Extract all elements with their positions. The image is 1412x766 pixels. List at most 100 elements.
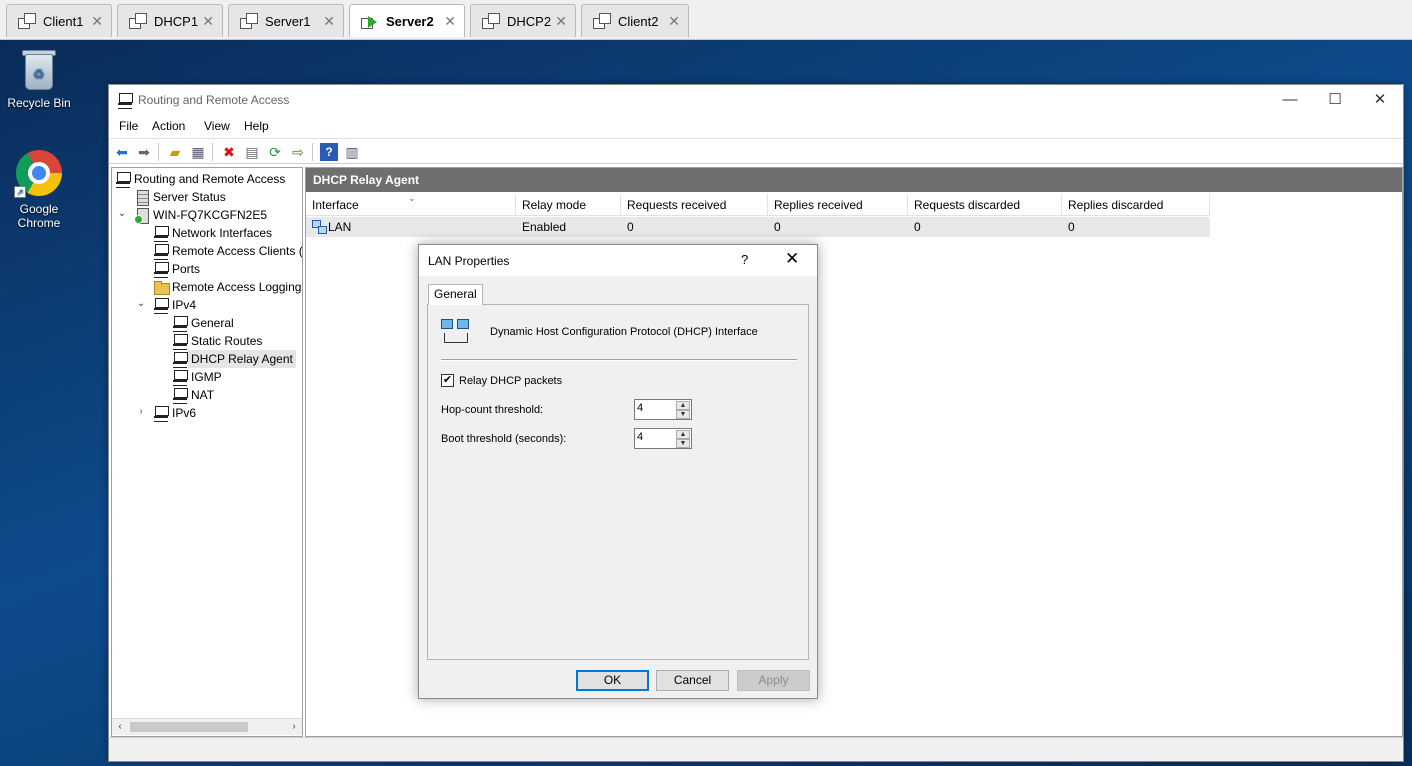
- up-folder-icon[interactable]: ▰: [166, 143, 184, 161]
- tree-dhcp-relay-agent[interactable]: DHCP Relay Agent: [172, 350, 296, 368]
- close-icon[interactable]: ✕: [323, 13, 335, 30]
- menu-action[interactable]: Action: [152, 119, 185, 133]
- action-pane-icon[interactable]: ▥: [343, 143, 361, 161]
- relay-dhcp-checkbox[interactable]: ✔: [441, 374, 454, 387]
- tree-label: NAT: [191, 388, 215, 402]
- tree-remote-access-clients[interactable]: Remote Access Clients (: [153, 242, 302, 260]
- vm-tab-server2[interactable]: Server2 ✕: [349, 4, 465, 37]
- vm-tab-label: Client2: [618, 13, 659, 29]
- recycle-bin-shortcut[interactable]: ♻ Recycle Bin: [1, 48, 77, 110]
- toolbar-separator: [158, 143, 159, 161]
- vm-icon: [592, 12, 612, 30]
- remote-access-clients-icon: [153, 243, 169, 260]
- column-header-requests-received[interactable]: Requests received: [621, 194, 768, 216]
- column-header-interface[interactable]: Interface ⌄: [306, 193, 516, 216]
- desktop-icon-label: Recycle Bin: [7, 96, 71, 110]
- table-row[interactable]: LAN Enabled 0 0 0 0: [306, 217, 1210, 237]
- export-list-icon[interactable]: ⇨: [289, 143, 307, 161]
- vm-icon: [239, 12, 259, 30]
- vm-tab-bar: Client1 ✕ DHCP1 ✕ Server1 ✕ Server2 ✕ DH…: [0, 0, 1412, 40]
- hop-count-value[interactable]: 4: [637, 402, 643, 414]
- tab-general[interactable]: General: [428, 284, 483, 305]
- scroll-right-icon[interactable]: ›: [286, 719, 302, 735]
- help-button[interactable]: ?: [741, 252, 748, 267]
- ok-button[interactable]: OK: [576, 670, 649, 691]
- tree-ipv4[interactable]: IPv4: [153, 296, 196, 314]
- tree-label: WIN-FQ7KCGFN2E5: [153, 208, 268, 222]
- help-icon[interactable]: ?: [320, 143, 338, 161]
- dialog-close-button[interactable]: ✕: [785, 249, 799, 269]
- back-arrow-icon[interactable]: ⬅: [113, 143, 131, 161]
- vm-tab-client1[interactable]: Client1 ✕: [6, 4, 112, 37]
- close-icon[interactable]: ✕: [91, 13, 103, 30]
- tree-server[interactable]: WIN-FQ7KCGFN2E5: [134, 206, 267, 224]
- tree-ipv6[interactable]: IPv6: [153, 404, 196, 422]
- vm-tab-client2[interactable]: Client2 ✕: [581, 4, 689, 37]
- status-bar: [109, 737, 1403, 761]
- close-icon[interactable]: ✕: [202, 13, 214, 30]
- window-titlebar[interactable]: Routing and Remote Access — ☐ ✕: [109, 85, 1403, 115]
- scroll-thumb[interactable]: [130, 722, 248, 732]
- spin-down-icon[interactable]: ▼: [676, 439, 690, 448]
- menu-file[interactable]: File: [119, 119, 138, 133]
- folder-icon: [153, 279, 170, 295]
- vm-tab-dhcp1[interactable]: DHCP1 ✕: [117, 4, 223, 37]
- vm-tab-dhcp2[interactable]: DHCP2 ✕: [470, 4, 576, 37]
- boot-threshold-stepper[interactable]: 4 ▲ ▼: [634, 428, 692, 449]
- tree-igmp[interactable]: IGMP: [172, 368, 222, 386]
- spin-down-icon[interactable]: ▼: [676, 410, 690, 419]
- tree-static-routes[interactable]: Static Routes: [172, 332, 262, 350]
- cell-replies-discarded: 0: [1068, 220, 1075, 234]
- tree-root[interactable]: Routing and Remote Access: [115, 170, 285, 188]
- general-icon: [172, 315, 188, 332]
- chevron-down-icon[interactable]: ⌄: [117, 208, 127, 219]
- delete-icon[interactable]: ✖: [220, 143, 238, 161]
- dialog-titlebar[interactable]: LAN Properties ? ✕: [419, 245, 817, 276]
- scroll-left-icon[interactable]: ‹: [112, 719, 128, 735]
- google-chrome-shortcut[interactable]: ↗ Google Chrome: [1, 150, 77, 230]
- chevron-down-icon[interactable]: ⌄: [136, 298, 146, 309]
- cell-text: LAN: [328, 220, 352, 234]
- tree-ipv4-general[interactable]: General: [172, 314, 234, 332]
- boot-threshold-value[interactable]: 4: [637, 431, 643, 443]
- close-button[interactable]: ✕: [1357, 85, 1403, 115]
- divider: [441, 359, 797, 361]
- result-pane-header: DHCP Relay Agent: [306, 168, 1402, 192]
- menu-help[interactable]: Help: [244, 119, 269, 133]
- routing-icon: [115, 171, 131, 188]
- tree-ports[interactable]: Ports: [153, 260, 200, 278]
- server-machine-icon: [134, 207, 150, 224]
- spin-up-icon[interactable]: ▲: [676, 401, 690, 410]
- close-icon[interactable]: ✕: [555, 13, 567, 30]
- tree-label: General: [191, 316, 234, 330]
- close-icon[interactable]: ✕: [668, 13, 680, 30]
- igmp-icon: [172, 369, 188, 386]
- maximize-button[interactable]: ☐: [1312, 85, 1358, 115]
- cell-interface: LAN: [306, 217, 351, 237]
- tree-nat[interactable]: NAT: [172, 386, 214, 404]
- cell-requests-discarded: 0: [914, 220, 921, 234]
- refresh-icon[interactable]: ⟳: [266, 143, 284, 161]
- column-header-relay-mode[interactable]: Relay mode: [516, 194, 621, 216]
- chevron-right-icon[interactable]: ›: [136, 406, 146, 417]
- hop-count-stepper[interactable]: 4 ▲ ▼: [634, 399, 692, 420]
- close-icon[interactable]: ✕: [444, 13, 456, 30]
- tree-horizontal-scrollbar[interactable]: ‹ ›: [112, 718, 302, 735]
- tree-remote-access-logging[interactable]: Remote Access Logging: [153, 278, 301, 296]
- minimize-button[interactable]: —: [1267, 85, 1313, 115]
- forward-arrow-icon[interactable]: ➡: [135, 143, 153, 161]
- column-header-replies-received[interactable]: Replies received: [768, 194, 908, 216]
- cancel-button[interactable]: Cancel: [656, 670, 729, 691]
- cell-relay-mode: Enabled: [522, 220, 567, 234]
- tree-network-interfaces[interactable]: Network Interfaces: [153, 224, 272, 242]
- apply-button[interactable]: Apply: [737, 670, 810, 691]
- vm-tab-server1[interactable]: Server1 ✕: [228, 4, 344, 37]
- properties-icon[interactable]: ▤: [243, 143, 261, 161]
- tree-label: IPv6: [172, 406, 197, 420]
- spin-up-icon[interactable]: ▲: [676, 430, 690, 439]
- show-hide-tree-icon[interactable]: ▦: [189, 143, 207, 161]
- column-header-replies-discarded[interactable]: Replies discarded: [1062, 194, 1210, 216]
- column-header-requests-discarded[interactable]: Requests discarded: [908, 194, 1062, 216]
- tree-server-status[interactable]: Server Status: [134, 188, 226, 206]
- menu-view[interactable]: View: [204, 119, 230, 133]
